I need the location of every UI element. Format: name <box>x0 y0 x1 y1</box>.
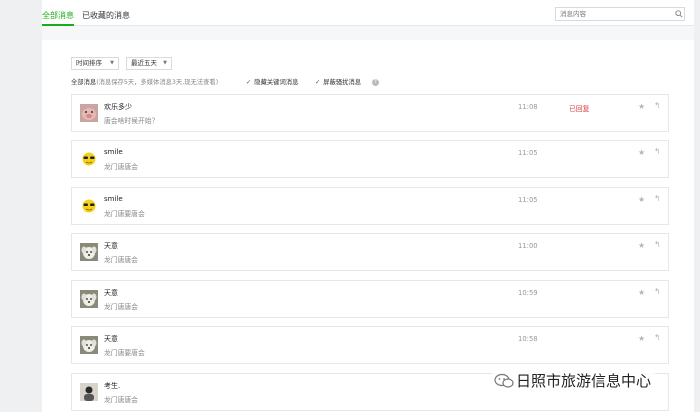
message-sender[interactable]: 欢乐多少 <box>104 102 132 112</box>
message-content: 龙门唐唐会 <box>104 256 138 264</box>
block-harass-checkbox[interactable]: ✓ 屏蔽骚扰消息 <box>315 77 361 86</box>
message-content: 龙门唐要唐会 <box>104 210 145 218</box>
check-icon: ✓ <box>315 79 321 86</box>
wechat-icon <box>494 373 514 388</box>
reply-icon[interactable]: ↰ <box>654 101 661 110</box>
reply-icon[interactable]: ↰ <box>654 147 661 156</box>
block-harass-label: 屏蔽骚扰消息 <box>323 79 362 86</box>
chevron-down-icon: ▼ <box>163 60 167 66</box>
sunglasses-emoji-icon <box>80 197 98 215</box>
pig-avatar-icon <box>80 104 98 122</box>
check-icon: ✓ <box>246 79 252 86</box>
search-input[interactable] <box>555 7 685 21</box>
message-content: 龙门唐唐会 <box>104 163 138 171</box>
sunglasses-emoji-icon <box>80 150 98 168</box>
tab-starred-messages[interactable]: 已收藏的消息 <box>82 10 130 21</box>
message-item[interactable]: smile 龙门唐要唐会 11:05 ★ ↰ <box>71 187 669 225</box>
message-sender[interactable]: 天意 <box>104 241 118 251</box>
message-time: 11:00 <box>518 242 538 250</box>
message-sender[interactable]: 考生. <box>104 381 120 391</box>
info-note: (消息保存5天，多媒体消息3天,现无法查看) <box>96 79 219 86</box>
message-content: 龙门唐唐会 <box>104 396 138 404</box>
message-content: 龙门唐要唐会 <box>104 349 145 357</box>
message-sender[interactable]: smile <box>104 148 123 156</box>
message-sender[interactable]: 天意 <box>104 288 118 298</box>
reply-icon[interactable]: ↰ <box>654 194 661 203</box>
watermark-text: 日照市旅游信息中心 <box>516 372 652 390</box>
message-time: 10:59 <box>518 289 538 297</box>
message-time: 11:08 <box>518 103 538 111</box>
range-dropdown[interactable]: 最近五天 ▼ <box>126 57 172 70</box>
reply-icon[interactable]: ↰ <box>654 287 661 296</box>
help-icon[interactable]: ? <box>372 79 379 86</box>
dog-avatar-icon <box>80 336 98 354</box>
message-item[interactable]: smile 龙门唐唐会 11:05 ★ ↰ <box>71 140 669 178</box>
search-icon[interactable] <box>675 10 683 18</box>
star-icon[interactable]: ★ <box>638 102 645 111</box>
dog-avatar-icon <box>80 243 98 261</box>
photo-avatar-icon <box>80 383 98 401</box>
message-page: 全部消息 已收藏的消息 时间排序 ▼ 最近五天 ▼ 全部消息(消息保存5天，多媒… <box>42 0 694 412</box>
range-label: 最近五天 <box>131 59 157 67</box>
star-icon[interactable]: ★ <box>638 288 645 297</box>
message-sender[interactable]: smile <box>104 195 123 203</box>
message-item[interactable]: 天意 龙门唐要唐会 10:58 ★ ↰ <box>71 326 669 364</box>
tab-all-messages[interactable]: 全部消息 <box>42 10 74 26</box>
message-sender[interactable]: 天意 <box>104 334 118 344</box>
message-item[interactable]: 欢乐多少 唐会啥时候开始？ 11:08 已回复 ★ ↰ <box>71 94 669 132</box>
message-time: 11:05 <box>518 196 538 204</box>
message-time: 11:05 <box>518 149 538 157</box>
reply-icon[interactable]: ↰ <box>654 333 661 342</box>
chevron-down-icon: ▼ <box>110 60 114 66</box>
message-info: 全部消息(消息保存5天，多媒体消息3天,现无法查看) <box>71 77 218 87</box>
message-item[interactable]: 天意 龙门唐唐会 10:59 ★ ↰ <box>71 280 669 318</box>
watermark: 日照市旅游信息中心 <box>492 368 656 392</box>
dog-avatar-icon <box>80 290 98 308</box>
tab-bar: 全部消息 已收藏的消息 <box>42 0 694 26</box>
hide-keyword-checkbox[interactable]: ✓ 隐藏关键词消息 <box>246 77 298 86</box>
star-icon[interactable]: ★ <box>638 241 645 250</box>
message-content: 唐会啥时候开始？ <box>104 117 159 125</box>
message-content: 龙门唐唐会 <box>104 303 138 311</box>
sort-label: 时间排序 <box>76 59 102 67</box>
sort-dropdown[interactable]: 时间排序 ▼ <box>71 57 119 70</box>
message-item[interactable]: 天意 龙门唐唐会 11:00 ★ ↰ <box>71 233 669 271</box>
message-time: 10:58 <box>518 335 538 343</box>
reply-icon[interactable]: ↰ <box>654 240 661 249</box>
star-icon[interactable]: ★ <box>638 148 645 157</box>
star-icon[interactable]: ★ <box>638 195 645 204</box>
hide-keyword-label: 隐藏关键词消息 <box>254 79 299 86</box>
info-title: 全部消息 <box>71 79 97 86</box>
star-icon[interactable]: ★ <box>638 334 645 343</box>
replied-status: 已回复 <box>569 105 590 113</box>
header-band <box>42 26 694 40</box>
